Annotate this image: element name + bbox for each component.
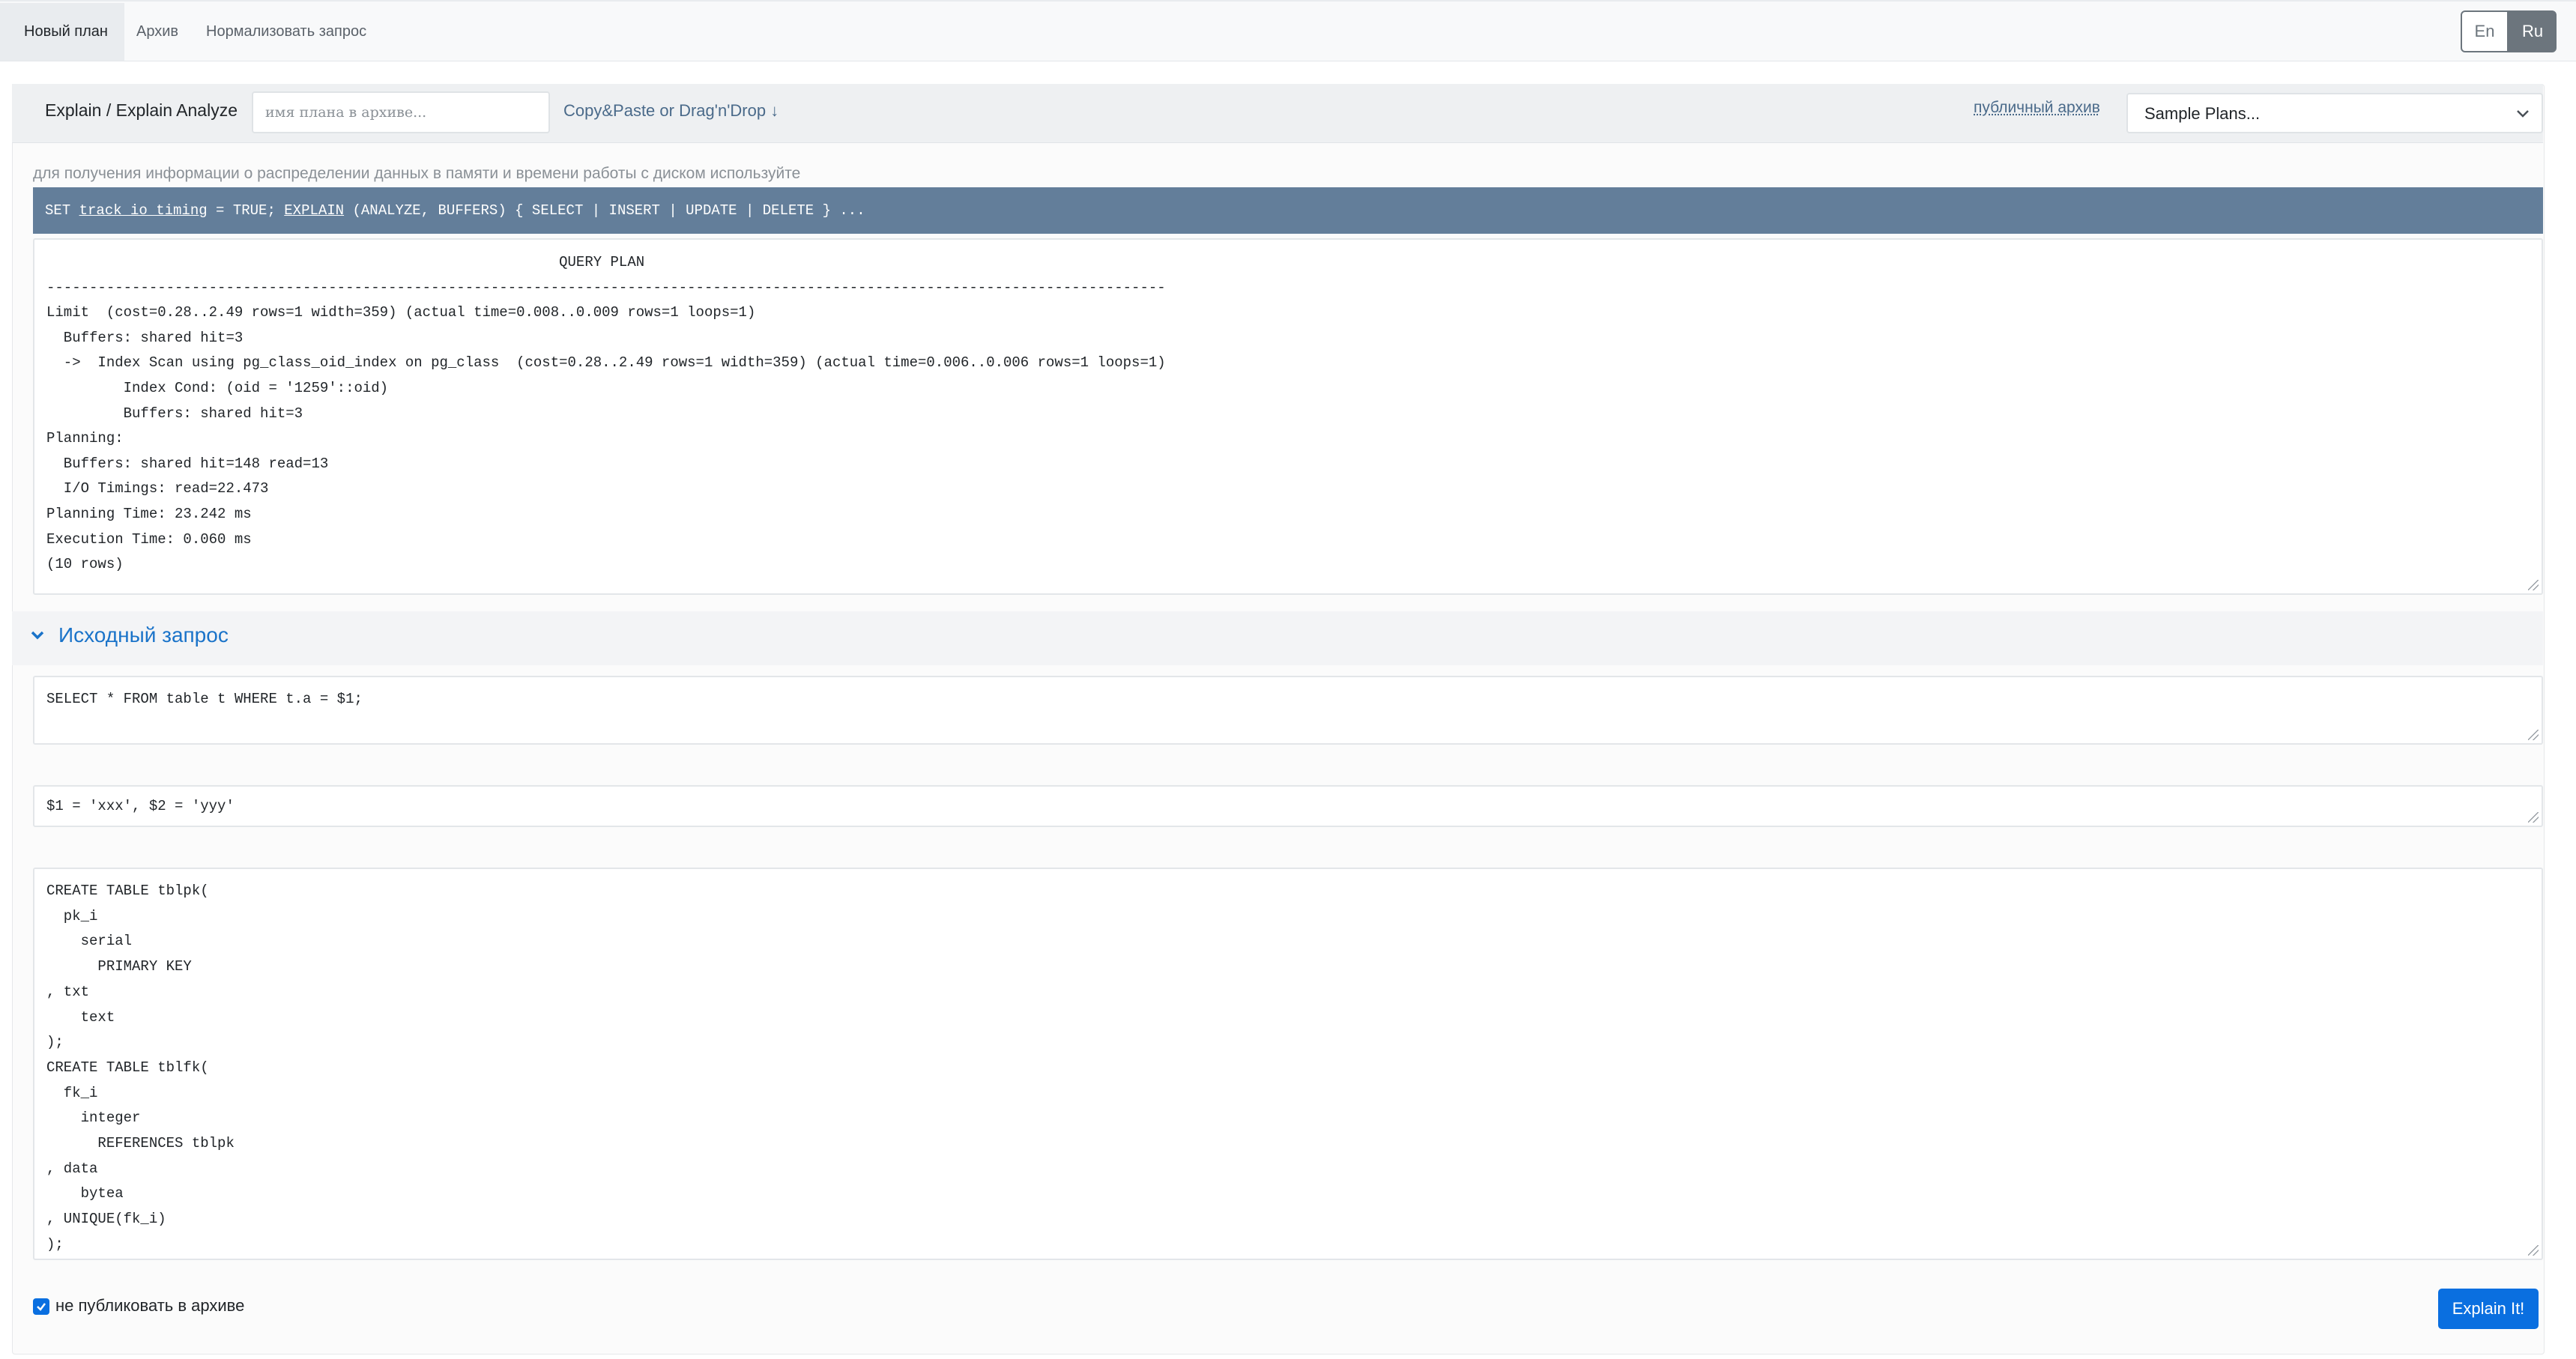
top-nav: Новый план Архив Нормализовать запрос En… (0, 0, 2576, 61)
resize-handle-icon[interactable] (2528, 812, 2539, 823)
track-io-timing-link[interactable]: track_io_timing (79, 202, 208, 219)
chevron-down-icon[interactable] (30, 628, 45, 643)
command-part1: SET (45, 202, 79, 219)
tab-normalize-query[interactable]: Нормализовать запрос (206, 3, 366, 61)
language-switch: En Ru (2461, 10, 2557, 52)
resize-handle-icon[interactable] (2528, 730, 2539, 740)
command-part2: = TRUE; (207, 202, 285, 219)
dont-publish-label[interactable]: не публиковать в архиве (55, 1296, 244, 1316)
source-section-header[interactable] (12, 611, 2543, 665)
ddl-text: CREATE TABLE tblpk( pk_i serial PRIMARY … (46, 883, 235, 1253)
lang-ru-button[interactable]: Ru (2509, 10, 2557, 52)
resize-handle-icon[interactable] (2528, 1245, 2539, 1256)
sample-plans-value: Sample Plans... (2144, 104, 2261, 123)
chevron-down-icon (2515, 94, 2531, 148)
check-icon (37, 1303, 46, 1311)
lang-en-button[interactable]: En (2461, 10, 2509, 52)
query-textarea[interactable]: SELECT * FROM table t WHERE t.a = $1; (33, 676, 2543, 745)
io-timing-command: SET track_io_timing = TRUE; EXPLAIN (ANA… (33, 187, 2543, 234)
paste-hint-link[interactable]: Copy&Paste or Drag'n'Drop ↓ (563, 101, 778, 121)
params-text: $1 = 'xxx', $2 = 'yyy' (46, 798, 235, 814)
io-timing-hint: для получения информации о распределении… (33, 165, 801, 182)
ddl-textarea[interactable]: CREATE TABLE tblpk( pk_i serial PRIMARY … (33, 868, 2543, 1260)
plan-textarea[interactable]: QUERY PLAN -----------------------------… (33, 238, 2543, 595)
source-section-title[interactable]: Исходный запрос (58, 623, 229, 647)
toolbar-title: Explain / Explain Analyze (45, 100, 238, 120)
resize-handle-icon[interactable] (2528, 580, 2539, 590)
public-archive-link[interactable]: публичный архив (1974, 99, 2100, 117)
dont-publish-checkbox[interactable] (33, 1298, 49, 1315)
tab-new-plan[interactable]: Новый план (0, 3, 124, 61)
params-textarea[interactable]: $1 = 'xxx', $2 = 'yyy' (33, 785, 2543, 827)
explain-it-button[interactable]: Explain It! (2438, 1289, 2539, 1329)
plan-name-input[interactable]: имя плана в архиве... (252, 91, 550, 133)
command-part3: (ANALYZE, BUFFERS) { SELECT | INSERT | U… (344, 202, 865, 219)
sample-plans-select[interactable]: Sample Plans... (2126, 93, 2543, 133)
plan-text: QUERY PLAN -----------------------------… (46, 254, 1166, 573)
tab-archive[interactable]: Архив (136, 3, 178, 61)
query-text: SELECT * FROM table t WHERE t.a = $1; (46, 691, 363, 707)
explain-link[interactable]: EXPLAIN (284, 202, 344, 219)
